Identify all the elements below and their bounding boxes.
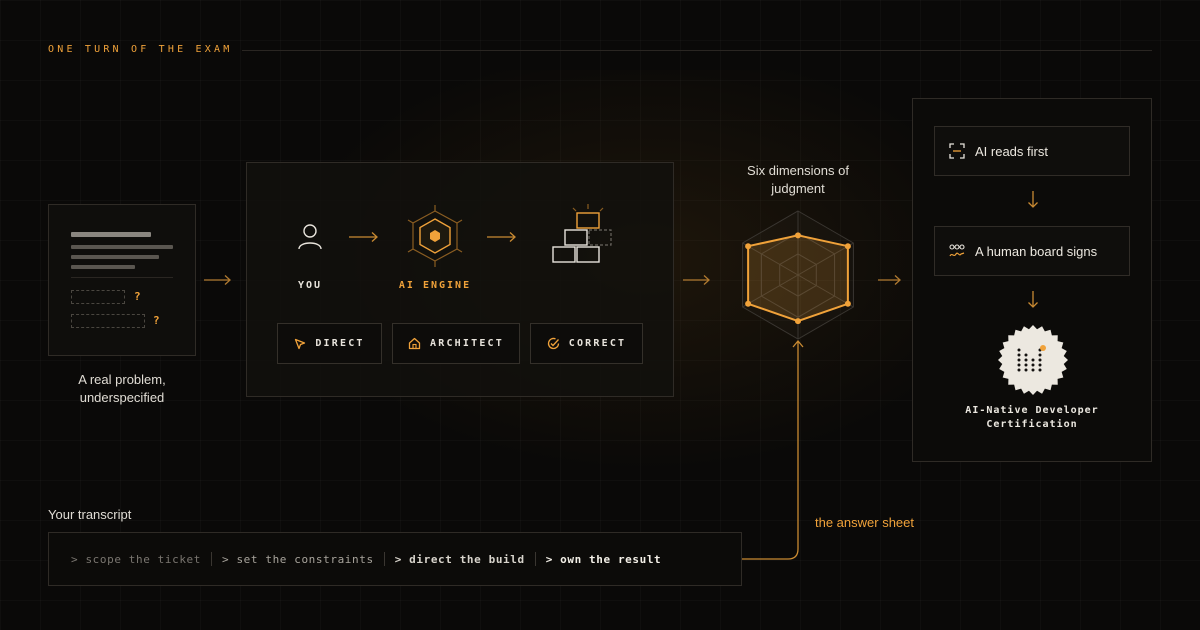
certification-panel: AI reads first A human board signs AI-Na… [912, 98, 1152, 462]
architect-pill: ARCHITECT [392, 323, 520, 364]
judgment-radar-chart [742, 210, 854, 340]
problem-divider [71, 277, 173, 278]
certification-name-line: Certification [986, 419, 1078, 430]
transcript-step: > set the constraints [222, 552, 374, 566]
transcript-box: > scope the ticket > set the constraints… [48, 532, 742, 586]
transcript-divider [383, 552, 385, 566]
transcript-label: Your transcript [48, 507, 132, 522]
problem-text-line [71, 255, 159, 259]
radar-point [745, 243, 752, 250]
human-board-step: A human board signs [934, 226, 1130, 276]
transcript-step: > own the result [545, 552, 662, 566]
direct-pill: DIRECT [277, 323, 382, 364]
arrow-right-icon [878, 275, 901, 285]
scan-icon [949, 143, 965, 159]
problem-caption-line: A real problem, [78, 372, 166, 387]
radar-point [795, 318, 801, 325]
you-label: YOU [297, 280, 323, 291]
problem-title-line [71, 232, 151, 237]
eyebrow-divider [242, 50, 1152, 51]
problem-caption: A real problem, underspecified [48, 371, 196, 407]
radar-title-line: judgment [771, 181, 825, 196]
transcript-divider [534, 552, 536, 566]
problem-text-line [71, 265, 135, 269]
question-mark: ? [153, 314, 160, 327]
ai-reads-label: AI reads first [975, 143, 1048, 159]
transcript-step: > scope the ticket [71, 552, 202, 566]
radar-point [745, 300, 752, 307]
house-icon [408, 337, 421, 350]
architect-label: ARCHITECT [430, 338, 504, 349]
certification-seal-icon [998, 325, 1068, 395]
user-icon [298, 224, 322, 250]
correct-pill: CORRECT [530, 323, 643, 364]
radar-point [844, 243, 851, 250]
signature-icon [949, 244, 965, 257]
question-mark: ? [134, 290, 141, 303]
transcript-step: > direct the build [394, 552, 525, 566]
arrow-right-icon [487, 232, 516, 242]
engine-panel: YOU AI ENGINE DIRECT ARCHITECT CORRECT [246, 162, 674, 397]
radar-point [844, 300, 851, 307]
human-board-label: A human board signs [975, 243, 1098, 259]
check-circle-icon [547, 337, 559, 350]
problem-caption-line: underspecified [79, 390, 165, 405]
radar-title: Six dimensions of judgment [730, 162, 866, 198]
ai-reads-step: AI reads first [934, 126, 1130, 176]
direct-label: DIRECT [315, 338, 365, 349]
ai-engine-label: AI ENGINE [398, 280, 472, 291]
section-eyebrow: ONE TURN OF THE EXAM [48, 44, 233, 55]
arrow-down-icon [1028, 291, 1038, 308]
correct-label: CORRECT [568, 338, 627, 349]
radar-score-area [747, 234, 849, 323]
bricks-icon [552, 204, 612, 263]
arrow-right-icon [349, 232, 378, 242]
arrow-right-icon [204, 275, 231, 285]
blank-field [71, 290, 125, 304]
blank-field [71, 314, 145, 328]
problem-text-line [71, 245, 173, 249]
answer-sheet-connector [742, 339, 804, 560]
radar-title-line: Six dimensions of [747, 163, 849, 178]
cursor-icon [295, 338, 306, 349]
arrow-down-icon [1028, 191, 1038, 208]
transcript-divider [211, 552, 213, 566]
answer-sheet-label: the answer sheet [815, 515, 915, 530]
arrow-right-icon [683, 275, 710, 285]
problem-card: ? ? [48, 204, 196, 356]
certification-name-line: AI-Native Developer [965, 405, 1099, 416]
certification-name: AI-Native Developer Certification [913, 404, 1151, 432]
radar-point [795, 232, 801, 239]
hexagon-engine-icon [407, 205, 463, 267]
